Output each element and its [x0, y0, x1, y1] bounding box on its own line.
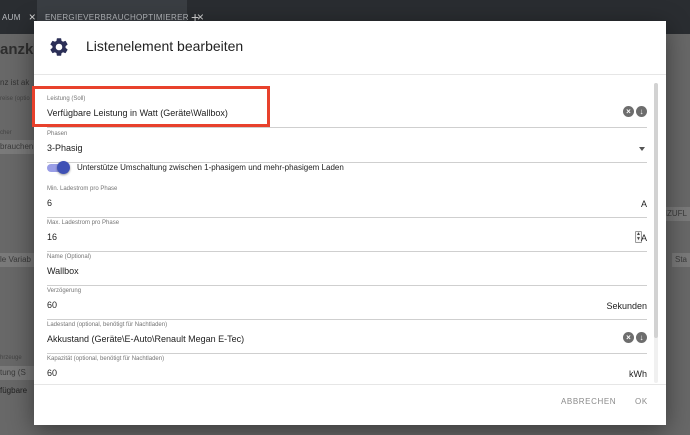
- field-label: Ladestand (optional, benötigt für Nachtl…: [47, 322, 168, 328]
- toggle-label: Unterstütze Umschaltung zwischen 1-phasi…: [77, 163, 344, 172]
- dialog-header: Listenelement bearbeiten: [34, 21, 666, 74]
- background-tab-label: AUM: [2, 12, 21, 22]
- toggle-knob[interactable]: [57, 161, 70, 174]
- field-value[interactable]: 60: [47, 368, 57, 378]
- dialog-title: Listenelement bearbeiten: [86, 38, 244, 54]
- ok-button[interactable]: OK: [635, 397, 648, 406]
- max-ladestrom-field[interactable]: Max. Ladestrom pro Phase 16 ▲ ▼ A: [47, 219, 647, 252]
- background-row: fügbare: [0, 386, 28, 395]
- field-value: 3-Phasig: [47, 143, 83, 153]
- background-subtitle: nz ist ak: [0, 78, 30, 87]
- field-value[interactable]: Akkustand (Geräte\E-Auto\Renault Megan E…: [47, 334, 244, 344]
- field-label: Name (Optional): [47, 254, 92, 260]
- cancel-button[interactable]: ABBRECHEN: [561, 397, 616, 406]
- field-value[interactable]: 16: [47, 232, 57, 242]
- clear-icon[interactable]: ×: [623, 106, 634, 117]
- field-label: Phasen: [47, 131, 68, 137]
- background-right-label: Sta: [671, 253, 690, 267]
- field-label: Kapazität (optional, benötigt für Nachtl…: [47, 356, 165, 362]
- scrollbar-thumb[interactable]: [654, 83, 658, 338]
- background-row: hrzeuge: [0, 355, 22, 361]
- select-object-icon[interactable]: ↓: [636, 106, 647, 117]
- unit-label: kWh: [629, 369, 647, 379]
- gear-icon: [50, 38, 68, 56]
- background-label: reise (optio: [0, 96, 30, 102]
- chevron-down-icon[interactable]: [639, 147, 645, 151]
- field-label: Min. Ladestrom pro Phase: [47, 186, 118, 192]
- field-value[interactable]: 60: [47, 300, 57, 310]
- ladestand-field[interactable]: Ladestand (optional, benötigt für Nachtl…: [47, 321, 647, 354]
- kapazitaet-field[interactable]: Kapazität (optional, benötigt für Nachtl…: [47, 355, 647, 384]
- phasen-select[interactable]: Phasen 3-Phasig: [47, 130, 647, 163]
- min-ladestrom-field[interactable]: Min. Ladestrom pro Phase 6 A: [47, 185, 647, 218]
- unit-label: A: [640, 233, 647, 243]
- highlight-box: [32, 86, 270, 127]
- phase-switch-row: Unterstütze Umschaltung zwischen 1-phasi…: [47, 160, 647, 176]
- field-label: Max. Ladestrom pro Phase: [47, 220, 120, 226]
- edit-list-item-dialog: Listenelement bearbeiten Leistung (Soll)…: [34, 21, 666, 425]
- select-object-icon[interactable]: ↓: [636, 332, 647, 343]
- background-label: cher: [0, 130, 12, 136]
- unit-label: A: [640, 199, 647, 209]
- verzoegerung-field[interactable]: Verzögerung 60 Sekunden: [47, 287, 647, 320]
- field-value[interactable]: Wallbox: [47, 266, 79, 276]
- dialog-actions: ABBRECHEN OK: [34, 385, 666, 425]
- field-label: Verzögerung: [47, 288, 82, 294]
- unit-label: Sekunden: [606, 301, 647, 311]
- name-field[interactable]: Name (Optional) Wallbox: [47, 253, 647, 286]
- background-tab[interactable]: AUM ×: [0, 0, 36, 34]
- clear-icon[interactable]: ×: [623, 332, 634, 343]
- field-value[interactable]: 6: [47, 198, 52, 208]
